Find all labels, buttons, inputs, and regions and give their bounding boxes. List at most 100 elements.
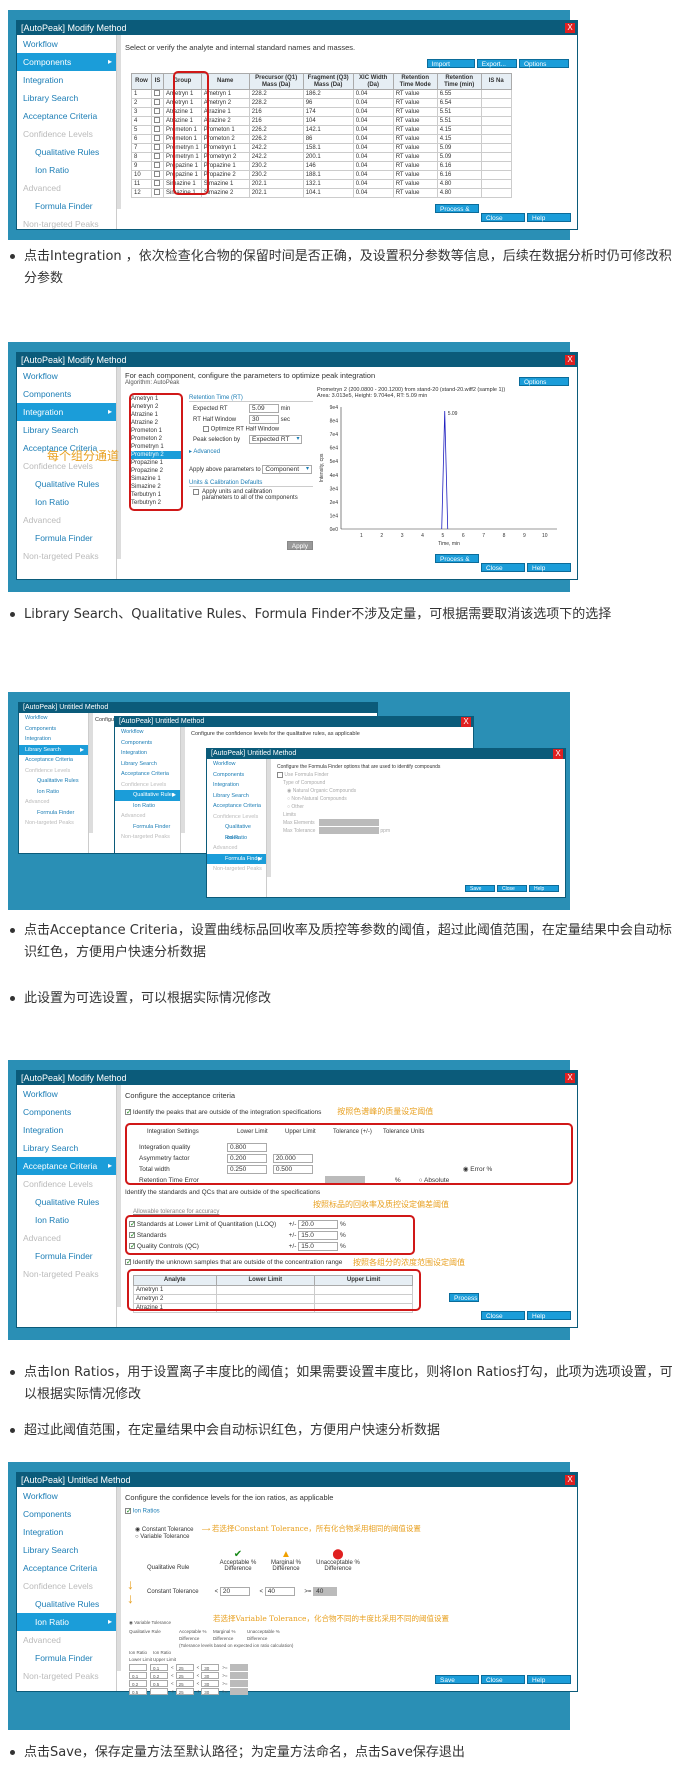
sidebar-item[interactable]: Workflow [115,727,180,738]
close-button[interactable]: Close [481,563,525,572]
variable-field[interactable] [229,1672,248,1679]
sidebar-item[interactable]: Library Search [207,791,266,802]
is-checkbox[interactable] [151,125,164,135]
sidebar-item[interactable]: Library Search [17,421,116,439]
sidebar-item[interactable]: Non-targeted Peaks [17,547,116,565]
is-checkbox[interactable] [151,179,164,189]
help-button[interactable]: Help [527,213,571,222]
var-radio[interactable]: ◉ [129,1620,133,1625]
ion-ratios-checkbox[interactable] [125,1508,131,1514]
is-checkbox[interactable] [151,161,164,171]
sidebar-item[interactable]: Qualitative Rules [17,475,116,493]
sidebar-item[interactable]: Components [19,724,88,735]
column-header[interactable]: IS Na [480,73,512,90]
variable-field[interactable]: 0.2 [129,1680,147,1687]
sidebar-item[interactable]: Formula Finder [17,1649,116,1667]
sidebar-scrollbar[interactable] [117,1085,121,1307]
column-header[interactable]: Precursor (Q1) Mass (Da) [248,73,304,90]
sidebar-item[interactable]: Components [17,1103,116,1121]
sidebar-item[interactable]: Integration [17,71,116,89]
max-elements-field[interactable] [319,819,379,827]
sidebar-item[interactable]: Formula Finder [17,1247,116,1265]
sidebar-item[interactable]: Non-targeted Peaks [17,1265,116,1283]
variable-field[interactable]: 0.1 [129,1672,147,1679]
sidebar-item[interactable]: Non-targeted Peaks [207,864,266,875]
sidebar-item[interactable]: Confidence Levels [17,1175,116,1193]
apply-button[interactable]: Apply [286,541,313,550]
options-button[interactable]: Options [519,377,569,386]
variable-field[interactable]: 0.2 [150,1672,168,1679]
sidebar-item[interactable]: Ion Ratio [17,161,116,179]
sidebar-item[interactable]: Workflow [19,713,88,724]
sidebar-item[interactable]: Components [17,53,116,71]
import-button[interactable]: Import [426,59,475,68]
sidebar-scrollbar[interactable] [117,35,121,209]
sidebar-item[interactable]: Workflow [17,1085,116,1103]
sidebar-item[interactable]: Library Search [17,1541,116,1559]
is-checkbox[interactable] [151,170,164,180]
variable-field[interactable] [229,1688,248,1695]
sidebar-item[interactable]: Confidence Levels [19,766,88,777]
close-icon[interactable]: X [565,1073,575,1083]
column-header[interactable]: Row [131,73,152,90]
sidebar-item[interactable]: Confidence Levels [115,780,180,791]
variable-field[interactable]: 0.5 [129,1688,147,1695]
is-checkbox[interactable] [151,116,164,126]
sidebar-item[interactable]: Non-targeted Peaks [115,832,180,843]
is-checkbox[interactable] [151,107,164,117]
acceptable-field[interactable]: 20 [219,1587,250,1596]
variable-field[interactable]: 25 [175,1680,194,1687]
process-close-button[interactable]: Process & Close [435,204,479,222]
sidebar-item[interactable]: Ion Ratio [115,801,180,812]
column-header[interactable]: IS [151,73,164,90]
variable-field[interactable]: 30 [201,1664,220,1671]
help-button[interactable]: Help [527,1311,571,1320]
column-header[interactable]: XIC Width (Da) [352,73,394,90]
expected-rt-field[interactable]: 5.09 [249,404,279,413]
radio-other[interactable]: ○ [287,804,290,810]
sidebar-item[interactable]: Advanced [17,1229,116,1247]
sidebar-item[interactable]: Components [115,738,180,749]
sidebar-item[interactable]: Confidence Levels [207,812,266,823]
sidebar-item[interactable]: Formula Finder [17,529,116,547]
variable-field[interactable]: 0.1 [150,1664,168,1671]
sidebar-item[interactable]: Acceptance Criteria [17,1157,116,1175]
close-icon[interactable]: X [565,355,575,365]
sidebar-item[interactable]: Integration [17,1523,116,1541]
close-button[interactable]: Close [481,213,525,222]
sidebar-item[interactable]: Ion Ratio [207,833,266,844]
sidebar-item[interactable]: Advanced [17,1631,116,1649]
sidebar-scrollbar[interactable] [89,713,93,833]
marginal-field[interactable]: 40 [264,1587,295,1596]
variable-field[interactable]: 30 [201,1688,220,1695]
sidebar-item[interactable]: Acceptance Criteria [115,769,180,780]
sidebar-item[interactable]: Library Search [115,759,180,770]
sidebar-item[interactable]: Confidence Levels [17,125,116,143]
save-button[interactable]: Save [465,885,495,892]
sidebar-item[interactable]: Advanced [207,843,266,854]
is-checkbox[interactable] [151,188,164,198]
sidebar-item[interactable]: Workflow [17,1487,116,1505]
sidebar-item[interactable]: Confidence Levels [17,1577,116,1595]
sidebar-item[interactable]: Integration [19,734,88,745]
is-checkbox[interactable] [151,143,164,153]
sidebar-item[interactable]: Ion Ratio [19,787,88,798]
close-button[interactable]: Close [497,885,527,892]
optimize-checkbox[interactable] [203,426,209,432]
column-header[interactable]: Retention Time Mode [392,73,438,90]
sidebar-item[interactable]: Workflow [207,759,266,770]
options-button[interactable]: Options [519,59,569,68]
sidebar-item[interactable]: Formula Finder [115,822,180,833]
sidebar-item[interactable]: Acceptance Criteria [19,755,88,766]
sidebar-item[interactable]: Qualitative Rules [17,1193,116,1211]
export-button[interactable]: Export... [476,59,517,68]
sidebar-item[interactable]: Qualitative Rules [17,1595,116,1613]
variable-field[interactable]: 0.5 [150,1680,168,1687]
unacceptable-field[interactable]: 40 [313,1587,338,1596]
sidebar-item[interactable]: Qualitative Rules [19,776,88,787]
sidebar-item[interactable]: Advanced [17,179,116,197]
help-button[interactable]: Help [529,885,559,892]
close-icon[interactable]: X [553,749,563,759]
apply-to-select[interactable]: Component [262,464,312,474]
variable-field[interactable] [229,1680,248,1687]
